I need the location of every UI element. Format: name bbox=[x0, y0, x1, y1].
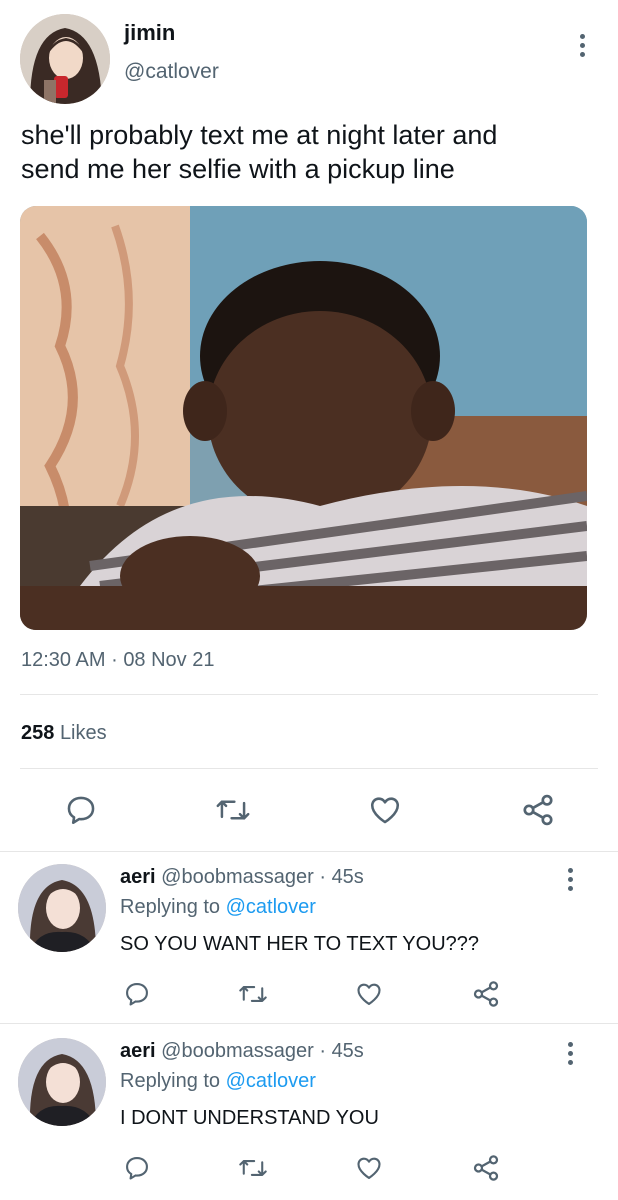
author-display-name[interactable]: jimin bbox=[124, 20, 175, 46]
replying-to-link[interactable]: @catlover bbox=[226, 1070, 316, 1092]
reply-time-separator: · bbox=[319, 1040, 326, 1062]
reply-header: aeri @boobmassager · 45s bbox=[120, 866, 364, 889]
reply-button[interactable] bbox=[123, 980, 151, 1008]
retweet-button[interactable] bbox=[238, 980, 268, 1008]
retweet-icon bbox=[239, 986, 267, 1002]
reply-more-options-icon[interactable] bbox=[566, 868, 574, 891]
share-icon bbox=[523, 794, 553, 826]
reply-time-separator: · bbox=[319, 866, 326, 888]
more-options-icon[interactable] bbox=[578, 34, 586, 57]
replying-to-prefix: Replying to bbox=[120, 896, 221, 918]
reply-time[interactable]: 45s bbox=[332, 866, 364, 888]
author-avatar-image bbox=[20, 14, 110, 104]
share-icon bbox=[473, 1155, 499, 1181]
tweet-media-image bbox=[20, 206, 587, 630]
like-button[interactable] bbox=[367, 793, 403, 827]
tweet-date: 08 Nov 21 bbox=[123, 649, 215, 671]
tweet-time: 12:30 AM bbox=[21, 649, 106, 671]
divider bbox=[20, 694, 598, 695]
share-button[interactable] bbox=[520, 792, 556, 828]
tweet-date-separator: · bbox=[111, 649, 118, 671]
divider bbox=[0, 1023, 618, 1024]
share-icon bbox=[473, 981, 499, 1007]
reply-author-name[interactable]: aeri bbox=[120, 866, 156, 888]
reply-avatar-image bbox=[18, 864, 106, 952]
reply-item[interactable]: aeri @boobmassager · 45s Replying to @ca… bbox=[0, 1026, 618, 1200]
reply-author-handle[interactable]: @boobmassager bbox=[161, 866, 314, 888]
retweet-icon bbox=[239, 1160, 267, 1176]
replying-to-prefix: Replying to bbox=[120, 1070, 221, 1092]
heart-icon bbox=[357, 1157, 381, 1179]
reply-time[interactable]: 45s bbox=[332, 1040, 364, 1062]
reply-item[interactable]: aeri @boobmassager · 45s Replying to @ca… bbox=[0, 852, 618, 1022]
retweet-icon bbox=[216, 800, 250, 820]
reply-button[interactable] bbox=[123, 1154, 151, 1182]
likes-count: 258 bbox=[21, 722, 55, 744]
reply-button[interactable] bbox=[64, 793, 98, 827]
heart-icon bbox=[370, 797, 400, 824]
comment-icon bbox=[67, 796, 95, 825]
like-button[interactable] bbox=[354, 980, 384, 1008]
likes-stat[interactable]: 258 Likes bbox=[21, 722, 107, 745]
tweet-text-line-2: send me her selfie with a pickup line bbox=[21, 154, 455, 184]
divider bbox=[20, 768, 598, 769]
retweet-button[interactable] bbox=[238, 1154, 268, 1182]
reply-author-handle[interactable]: @boobmassager bbox=[161, 1040, 314, 1062]
reply-header: aeri @boobmassager · 45s bbox=[120, 1040, 364, 1063]
author-avatar[interactable] bbox=[20, 14, 110, 104]
like-button[interactable] bbox=[354, 1154, 384, 1182]
replying-to: Replying to @catlover bbox=[120, 896, 316, 919]
heart-icon bbox=[357, 983, 381, 1005]
tweet-media[interactable] bbox=[20, 206, 587, 630]
reply-text: SO YOU WANT HER TO TEXT YOU??? bbox=[120, 933, 480, 955]
replying-to: Replying to @catlover bbox=[120, 1070, 316, 1093]
reply-more-options-icon[interactable] bbox=[566, 1042, 574, 1065]
tweet-text-line-1: she'll probably text me at night later a… bbox=[21, 120, 498, 150]
tweet-text: she'll probably text me at night later a… bbox=[21, 118, 601, 186]
reply-text: I DONT UNDERSTAND YOU bbox=[120, 1107, 379, 1129]
reply-avatar-image bbox=[18, 1038, 106, 1126]
comment-icon bbox=[126, 983, 148, 1006]
replying-to-link[interactable]: @catlover bbox=[226, 896, 316, 918]
likes-label: Likes bbox=[59, 722, 107, 744]
reply-avatar[interactable] bbox=[18, 864, 106, 952]
retweet-button[interactable] bbox=[215, 793, 251, 827]
author-handle[interactable]: @catlover bbox=[124, 60, 219, 84]
reply-avatar[interactable] bbox=[18, 1038, 106, 1126]
share-button[interactable] bbox=[471, 979, 501, 1009]
comment-icon bbox=[126, 1157, 148, 1180]
tweet-timestamp[interactable]: 12:30 AM · 08 Nov 21 bbox=[21, 649, 214, 672]
share-button[interactable] bbox=[471, 1153, 501, 1183]
reply-author-name[interactable]: aeri bbox=[120, 1040, 156, 1062]
